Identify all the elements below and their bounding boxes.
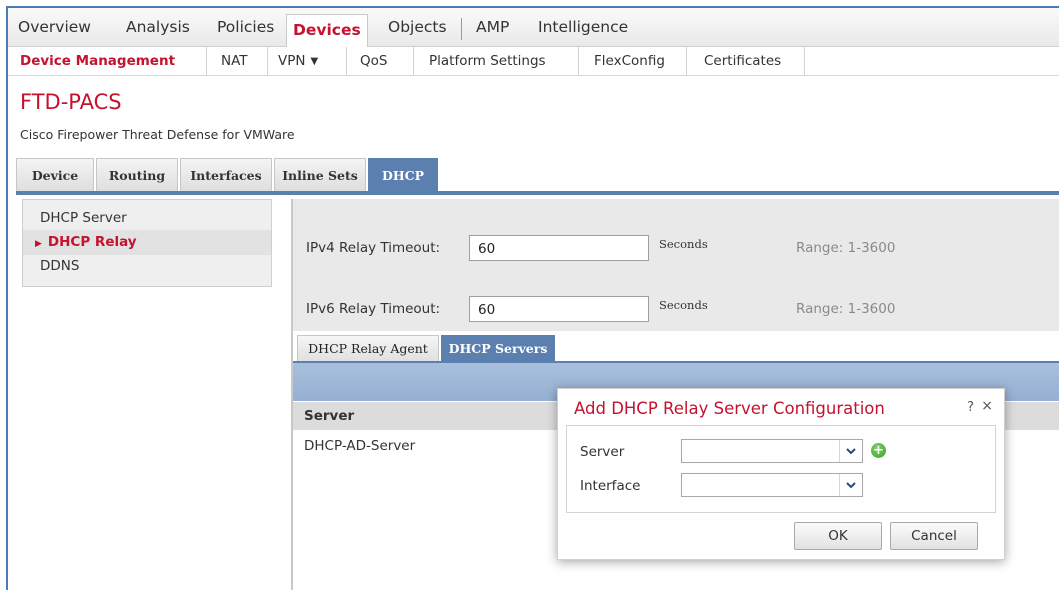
subnav-certificates[interactable]: Certificates xyxy=(704,47,781,75)
server-label: Server xyxy=(580,444,625,460)
server-select[interactable] xyxy=(681,439,863,463)
dhcp-left-nav: DHCP Server ▶ DHCP Relay DDNS xyxy=(22,199,272,287)
tab-inline-sets[interactable]: Inline Sets xyxy=(274,158,366,191)
dialog-body: Server + Interface xyxy=(566,425,996,513)
nav-overview[interactable]: Overview xyxy=(18,8,91,46)
relay-inner-tabs: DHCP Relay Agent DHCP Servers xyxy=(293,331,1059,361)
subnav-divider xyxy=(804,47,805,75)
nav-intelligence[interactable]: Intelligence xyxy=(538,8,628,46)
ipv6-timeout-label: IPv6 Relay Timeout: xyxy=(306,301,441,317)
ipv6-timeout-unit: Seconds xyxy=(659,298,708,312)
device-description: Cisco Firepower Threat Defense for VMWar… xyxy=(20,127,295,142)
tab-routing[interactable]: Routing xyxy=(96,158,178,191)
nav-devices[interactable]: Devices xyxy=(286,14,368,47)
tab-dhcp-servers[interactable]: DHCP Servers xyxy=(441,335,555,361)
cancel-button[interactable]: Cancel xyxy=(890,522,978,550)
chevron-down-icon[interactable] xyxy=(839,474,862,496)
tab-interfaces[interactable]: Interfaces xyxy=(180,158,272,191)
table-row[interactable]: DHCP-AD-Server xyxy=(304,438,415,454)
relay-settings: IPv4 Relay Timeout: 60 Seconds Range: 1-… xyxy=(293,199,1059,331)
ipv6-timeout-input[interactable]: 60 xyxy=(469,296,649,322)
subnav-divider xyxy=(206,47,207,75)
add-server-icon[interactable]: + xyxy=(871,443,886,458)
sub-nav: Device Management NAT VPN ▼ QoS Platform … xyxy=(8,47,1059,76)
chevron-down-icon[interactable] xyxy=(839,440,862,462)
leftnav-dhcp-relay-label: DHCP Relay xyxy=(47,234,137,250)
top-nav: Overview Analysis Policies Devices Objec… xyxy=(8,8,1059,47)
subnav-vpn-label: VPN xyxy=(278,53,306,69)
subnav-device-management[interactable]: Device Management xyxy=(20,47,175,75)
subnav-divider xyxy=(413,47,414,75)
device-title: FTD-PACS xyxy=(20,90,122,114)
triangle-right-icon: ▶ xyxy=(35,239,42,249)
tab-dhcp-relay-agent[interactable]: DHCP Relay Agent xyxy=(297,335,439,361)
nav-separator xyxy=(461,18,462,40)
nav-analysis[interactable]: Analysis xyxy=(126,8,190,46)
help-icon[interactable]: ? xyxy=(967,400,974,415)
device-tabs: Device Routing Interfaces Inline Sets DH… xyxy=(16,158,1059,195)
tab-dhcp[interactable]: DHCP xyxy=(368,158,438,191)
subnav-nat[interactable]: NAT xyxy=(221,47,248,75)
interface-select[interactable] xyxy=(681,473,863,497)
add-relay-server-dialog: Add DHCP Relay Server Configuration ? × … xyxy=(557,388,1005,560)
leftnav-dhcp-server[interactable]: DHCP Server xyxy=(23,206,271,231)
subnav-qos[interactable]: QoS xyxy=(360,47,387,75)
ipv4-timeout-range: Range: 1-3600 xyxy=(796,240,896,256)
tab-device[interactable]: Device xyxy=(16,158,94,191)
dialog-title: Add DHCP Relay Server Configuration xyxy=(574,399,885,418)
subnav-flexconfig[interactable]: FlexConfig xyxy=(594,47,665,75)
subnav-divider xyxy=(578,47,579,75)
ipv4-timeout-unit: Seconds xyxy=(659,237,708,251)
subnav-divider xyxy=(346,47,347,75)
leftnav-dhcp-relay[interactable]: ▶ DHCP Relay xyxy=(23,230,271,255)
nav-amp[interactable]: AMP xyxy=(476,8,509,46)
ipv4-timeout-label: IPv4 Relay Timeout: xyxy=(306,240,441,256)
interface-label: Interface xyxy=(580,478,641,494)
nav-policies[interactable]: Policies xyxy=(217,8,274,46)
subnav-divider xyxy=(267,47,268,75)
ok-button[interactable]: OK xyxy=(794,522,882,550)
nav-objects[interactable]: Objects xyxy=(388,8,447,46)
close-icon[interactable]: × xyxy=(981,398,993,414)
ipv4-timeout-input[interactable]: 60 xyxy=(469,235,649,261)
subnav-vpn[interactable]: VPN ▼ xyxy=(278,47,318,75)
subnav-divider xyxy=(686,47,687,75)
ipv6-timeout-range: Range: 1-3600 xyxy=(796,301,896,317)
caret-down-icon: ▼ xyxy=(310,56,319,67)
leftnav-ddns[interactable]: DDNS xyxy=(23,254,271,279)
subnav-platform-settings[interactable]: Platform Settings xyxy=(429,47,546,75)
